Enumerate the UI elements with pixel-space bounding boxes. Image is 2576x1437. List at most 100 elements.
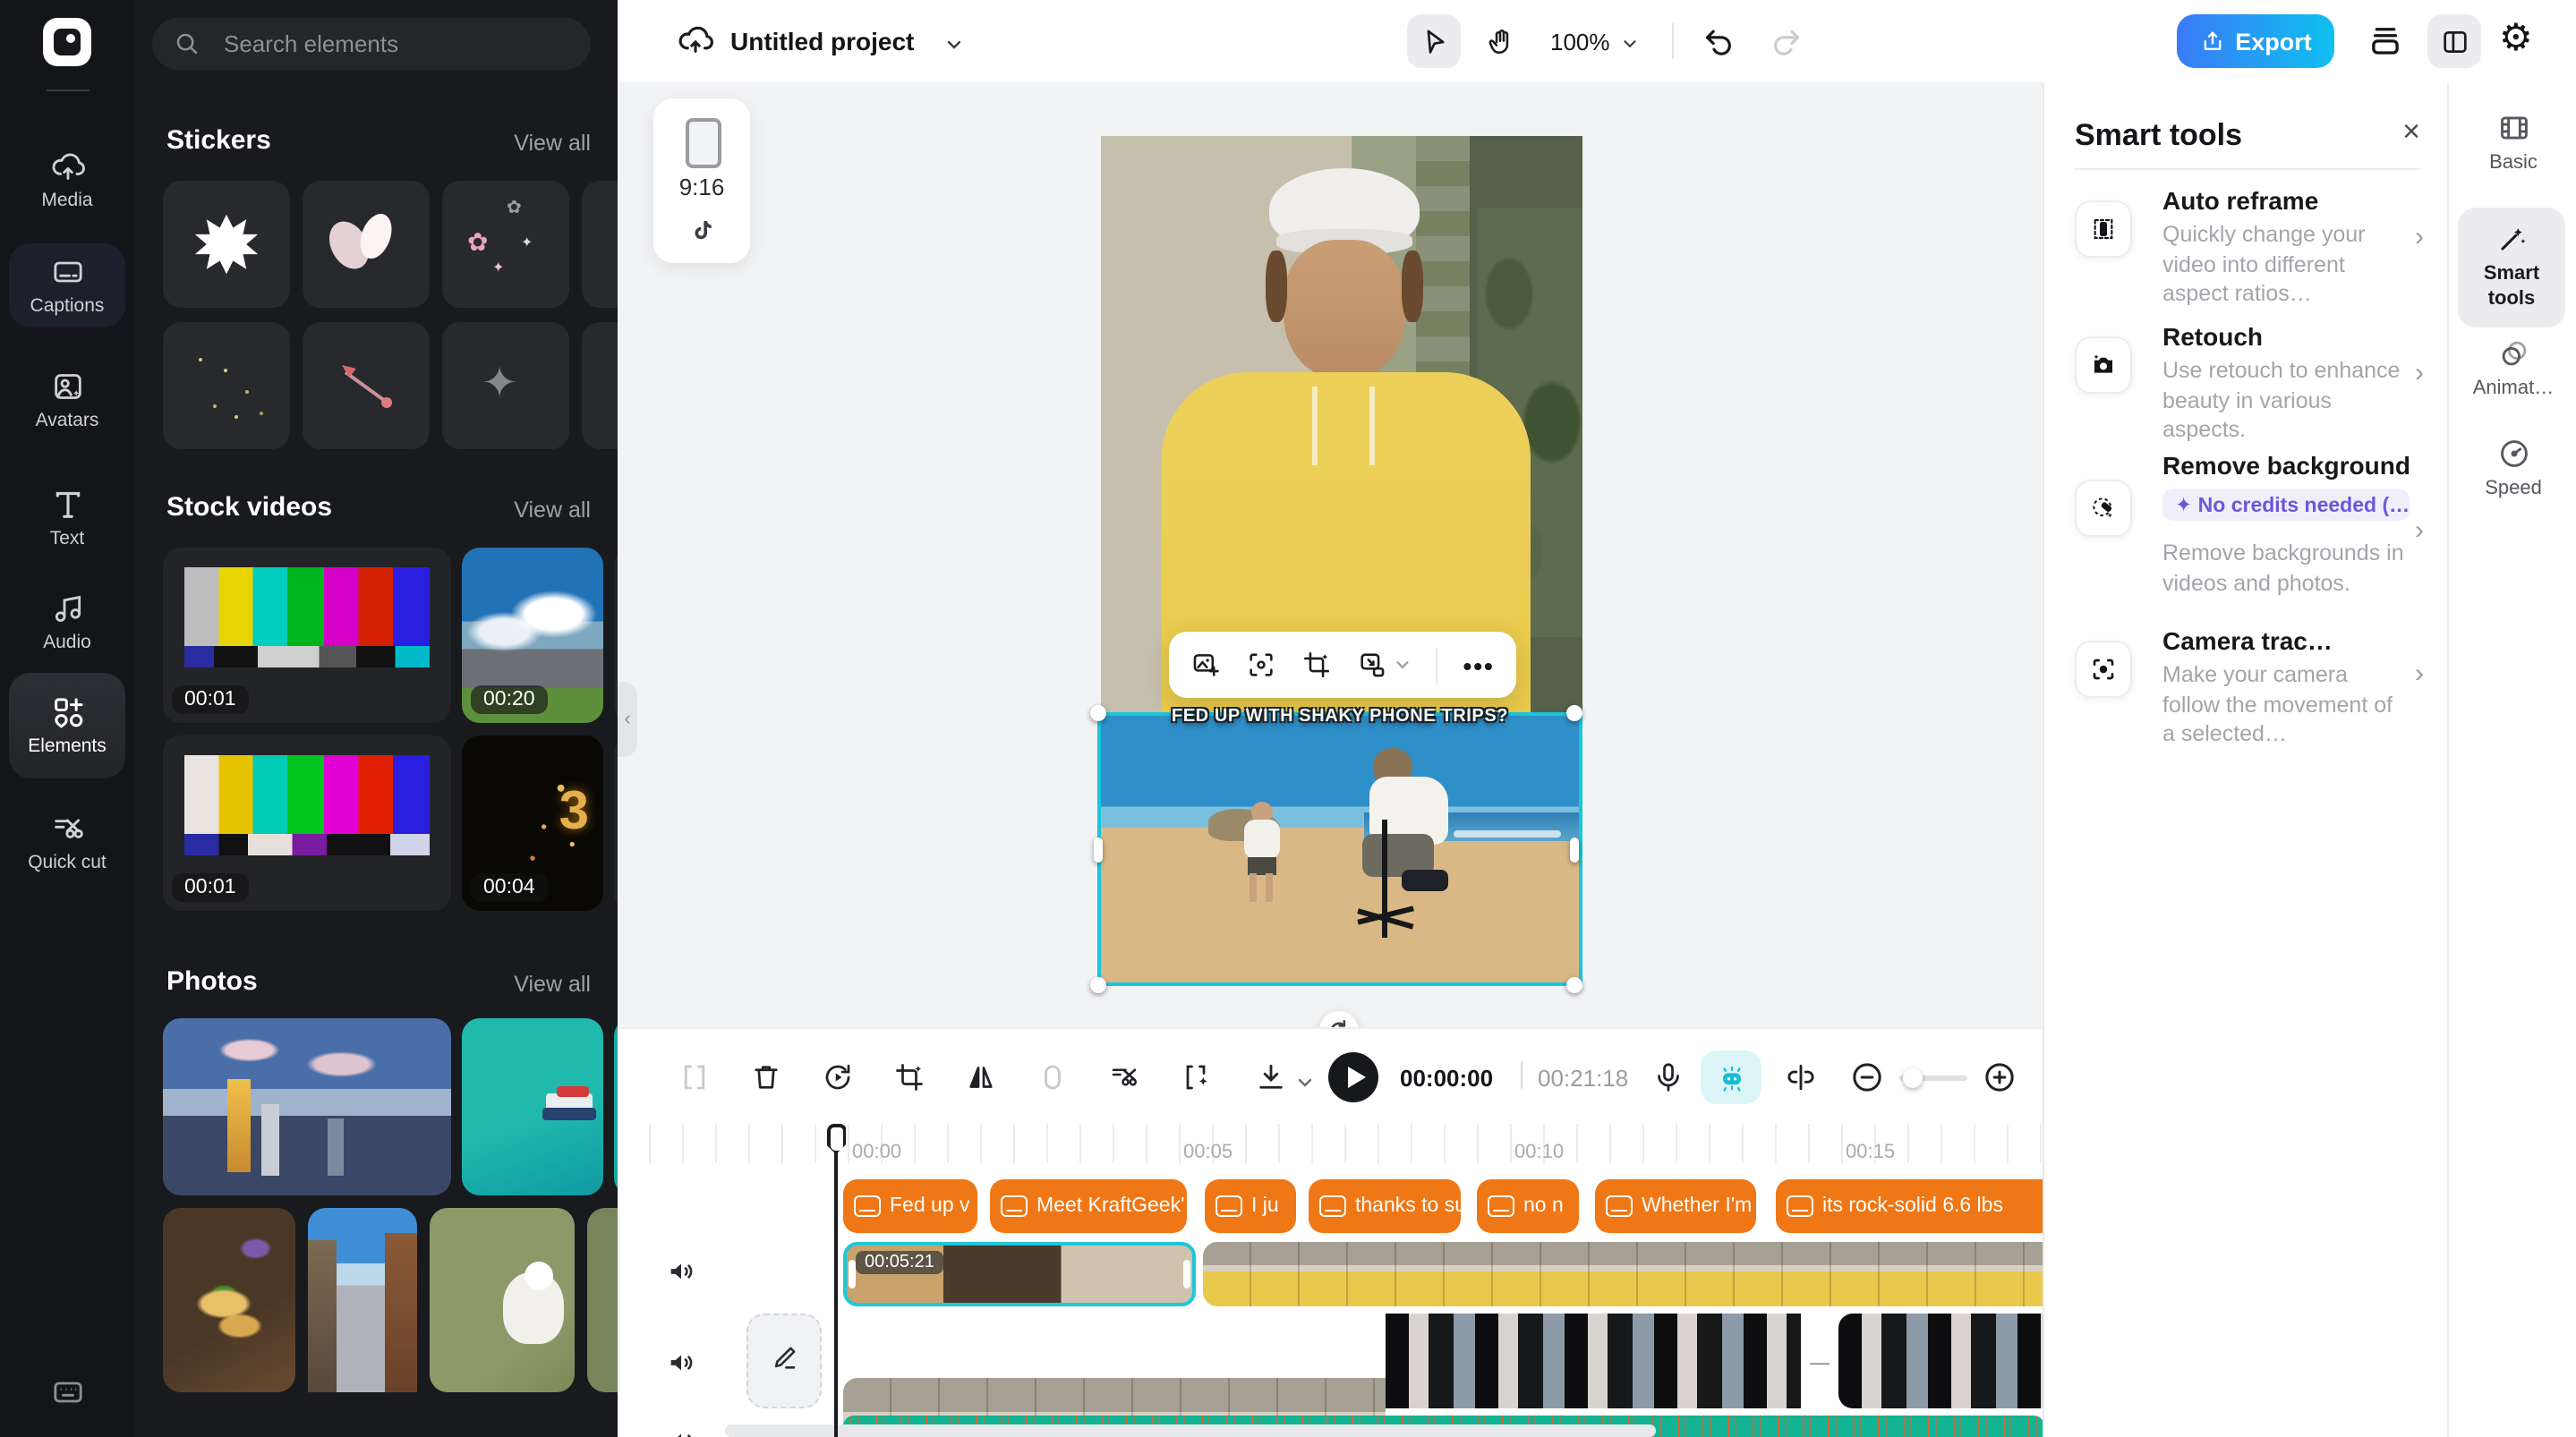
chevron-right-icon[interactable]: › xyxy=(2415,222,2424,252)
sticker-thumb-dust[interactable] xyxy=(163,322,290,449)
timeline-horizontal-scrollbar[interactable] xyxy=(725,1424,1656,1437)
zoom-in-icon[interactable] xyxy=(1982,1059,2017,1095)
chevron-down-icon[interactable] xyxy=(943,34,965,55)
photo-sea-boat[interactable] xyxy=(462,1018,603,1195)
select-tool-button[interactable] xyxy=(1407,14,1461,68)
tab-speed[interactable]: Speed xyxy=(2449,437,2576,499)
timeline-main-clip-2[interactable] xyxy=(1386,1314,1801,1408)
collapse-panel-handle[interactable]: ‹ xyxy=(618,682,637,757)
loop-play-icon[interactable] xyxy=(822,1061,854,1093)
stock-videos-view-all[interactable]: View all xyxy=(514,497,591,523)
mute-track-icon[interactable] xyxy=(666,1256,696,1287)
zoom-level[interactable]: 100% xyxy=(1550,29,1610,55)
photo-city[interactable] xyxy=(163,1018,451,1195)
close-panel-icon[interactable]: × xyxy=(2402,115,2420,150)
caption-clip[interactable]: no n xyxy=(1477,1179,1579,1233)
timeline-zoom-slider[interactable] xyxy=(1899,1076,1967,1081)
aspect-ratio-card[interactable]: 9:16 xyxy=(653,98,750,263)
selection-handle-right[interactable] xyxy=(1570,838,1579,863)
search-input[interactable] xyxy=(152,18,591,70)
caption-clip[interactable]: Meet KraftGeek' xyxy=(990,1179,1187,1233)
sidebar-item-text[interactable]: Text xyxy=(0,487,134,549)
tab-animation[interactable]: Animat… xyxy=(2449,336,2576,399)
smart-split-icon[interactable] xyxy=(1108,1061,1140,1093)
keyboard-shortcuts-icon[interactable] xyxy=(50,1374,86,1410)
caption-clip[interactable]: its rock-solid 6.6 lbs xyxy=(1776,1179,2044,1233)
auto-reframe-item[interactable]: Auto reframe Quickly change your video i… xyxy=(2162,186,2406,309)
play-button[interactable] xyxy=(1328,1052,1378,1102)
capcut-logo[interactable] xyxy=(43,18,91,66)
photos-view-all[interactable]: View all xyxy=(514,972,591,997)
fit-expand-icon[interactable] xyxy=(1246,650,1276,680)
toggle-panel-button[interactable] xyxy=(2427,14,2481,68)
selection-handle-top-right[interactable] xyxy=(1566,705,1582,721)
zoom-out-icon[interactable] xyxy=(1849,1059,1885,1095)
project-title[interactable]: Untitled project xyxy=(730,27,914,55)
sidebar-item-media[interactable]: Media xyxy=(0,149,134,211)
sidebar-item-audio[interactable]: Audio xyxy=(0,591,134,653)
photo-street[interactable] xyxy=(308,1208,417,1392)
tab-basic[interactable]: Basic xyxy=(2449,111,2576,174)
more-options-button[interactable]: ••• xyxy=(1463,650,1494,679)
ai-assistant-button[interactable] xyxy=(1701,1050,1761,1104)
timeline-clip-overlay-2[interactable] xyxy=(1203,1242,2044,1306)
render-queue-icon[interactable] xyxy=(2367,21,2404,59)
download-chevron-icon[interactable] xyxy=(1294,1067,1316,1099)
voiceover-mic-icon[interactable] xyxy=(1652,1061,1685,1093)
chevron-right-icon[interactable]: › xyxy=(2415,515,2424,546)
undo-button[interactable] xyxy=(1701,23,1736,59)
delete-icon[interactable] xyxy=(750,1061,782,1093)
caption-clip[interactable]: Fed up v xyxy=(843,1179,977,1233)
camera-tracking-item[interactable]: Camera trac… Make your camera follow the… xyxy=(2162,626,2406,749)
split-clip-icon[interactable] xyxy=(1785,1061,1817,1093)
slider-knob[interactable] xyxy=(1903,1068,1923,1088)
playhead-line[interactable] xyxy=(834,1127,838,1437)
sidebar-item-elements[interactable]: Elements xyxy=(9,673,125,778)
caption-clip[interactable]: thanks to su xyxy=(1309,1179,1461,1233)
sidebar-item-captions[interactable]: Captions xyxy=(9,243,125,327)
timeline-clip-selected[interactable]: 00:05:21 xyxy=(843,1242,1196,1306)
add-media-icon[interactable] xyxy=(1190,650,1221,680)
project-cloud-icon[interactable] xyxy=(677,21,714,59)
edit-track-button[interactable] xyxy=(746,1314,822,1408)
retouch-item[interactable]: Retouch Use retouch to enhance beauty in… xyxy=(2162,322,2406,445)
timeline-main-clip-3[interactable] xyxy=(1838,1314,2044,1408)
mute-track-icon[interactable] xyxy=(666,1348,696,1378)
preview-overlay-clip-selected[interactable] xyxy=(1097,712,1582,986)
stock-video-mountain[interactable]: 00:20 xyxy=(462,548,603,723)
photo-puppy[interactable] xyxy=(430,1208,575,1392)
sticker-thumb-partial2[interactable] xyxy=(582,322,618,449)
caption-clip[interactable]: I ju xyxy=(1205,1179,1296,1233)
sticker-thumb-star[interactable]: ✦ xyxy=(442,322,569,449)
remove-background-item[interactable]: Remove background ✦ No credits needed (…… xyxy=(2162,451,2410,598)
trim-handle-right[interactable] xyxy=(1183,1260,1190,1288)
caption-clip[interactable]: Whether I'm xyxy=(1595,1179,1756,1233)
photo-partial2[interactable] xyxy=(587,1208,618,1392)
trim-handle-left[interactable] xyxy=(849,1260,856,1288)
stock-video-colorbars-2[interactable]: 00:01 xyxy=(163,736,451,911)
sticker-thumb-petals[interactable]: ✿ ✿ ✦ ✦ xyxy=(442,181,569,308)
settings-gear-icon[interactable]: ⚙ xyxy=(2499,16,2533,61)
split-sparkle-icon[interactable] xyxy=(1180,1061,1212,1093)
sidebar-item-avatars[interactable]: Avatars xyxy=(0,369,134,431)
replace-media-group[interactable] xyxy=(1356,650,1412,680)
download-icon[interactable] xyxy=(1255,1061,1287,1093)
hand-tool-button[interactable] xyxy=(1473,14,1527,68)
rotate-handle[interactable] xyxy=(1319,1011,1359,1027)
sticker-thumb-arrow[interactable] xyxy=(303,322,430,449)
sticker-thumb-partial[interactable] xyxy=(582,181,618,308)
photo-tacos[interactable] xyxy=(163,1208,295,1392)
selection-handle-bottom-left[interactable] xyxy=(1090,977,1106,993)
mute-track-icon[interactable] xyxy=(666,1426,696,1437)
split-left-icon[interactable] xyxy=(678,1061,711,1093)
chevron-right-icon[interactable]: › xyxy=(2415,659,2424,689)
preview-video-top[interactable] xyxy=(1101,136,1582,712)
selection-handle-top-left[interactable] xyxy=(1090,705,1106,721)
tab-smart-tools[interactable]: Smart tools xyxy=(2458,208,2565,327)
sticker-thumb-burst[interactable] xyxy=(163,181,290,308)
stock-video-gold-countdown[interactable]: 3 00:04 xyxy=(462,736,603,911)
selection-handle-left[interactable] xyxy=(1094,838,1103,863)
mirror-flip-icon[interactable] xyxy=(965,1061,997,1093)
stickers-view-all[interactable]: View all xyxy=(514,131,591,156)
zoom-chevron-down-icon[interactable] xyxy=(1620,34,1640,54)
